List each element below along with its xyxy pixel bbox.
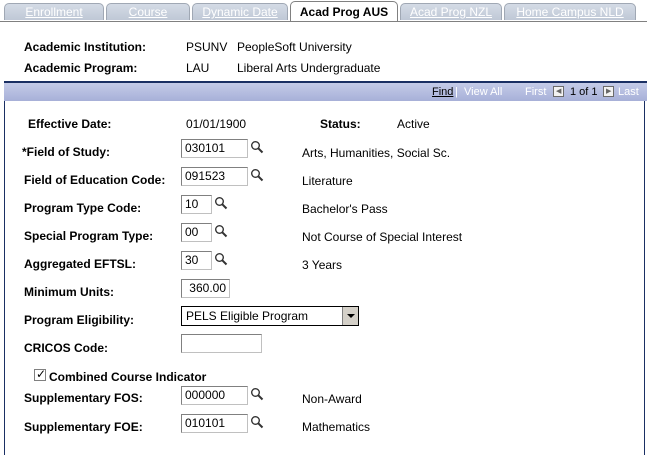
special-program-desc: Not Course of Special Interest	[302, 230, 463, 244]
supp-foe-input[interactable]: 010101	[181, 414, 248, 433]
eligibility-select[interactable]: PELS Eligible Program	[181, 306, 359, 326]
special-program-input[interactable]: 00	[181, 223, 212, 242]
eligibility-label: Program Eligibility:	[24, 313, 135, 327]
view-all-link[interactable]: View All	[464, 86, 502, 98]
supp-foe-desc: Mathematics	[302, 420, 371, 434]
program-code: LAU	[186, 61, 210, 75]
first-label: First	[525, 86, 547, 98]
supp-fos-desc: Non-Award	[302, 392, 362, 406]
magnifier-icon[interactable]	[250, 140, 264, 154]
status-value: Active	[397, 117, 430, 131]
nav-separator: |	[455, 86, 458, 98]
field-of-study-label: *Field of Study:	[22, 145, 110, 159]
cricos-label: CRICOS Code:	[24, 341, 108, 355]
tab-acad-prog-nzl[interactable]: Acad Prog NZL	[400, 3, 502, 20]
tab-bar: Enrollment Course Dynamic Date Acad Prog…	[0, 0, 647, 22]
field-of-education-desc: Literature	[302, 174, 353, 188]
supp-fos-input[interactable]: 000000	[181, 386, 248, 405]
combined-course-checkbox[interactable]: ✓	[34, 367, 47, 381]
chevron-down-icon[interactable]	[342, 307, 358, 325]
institution-code: PSUNV	[186, 40, 228, 54]
checkmark-icon: ✓	[36, 367, 47, 381]
magnifier-icon[interactable]	[250, 415, 264, 429]
tab-enrollment[interactable]: Enrollment	[4, 3, 104, 20]
right-arrow-icon[interactable]: ▶	[603, 86, 614, 97]
program-label: Academic Program:	[24, 61, 138, 75]
magnifier-icon[interactable]	[214, 252, 228, 266]
last-label: Last	[618, 86, 639, 98]
magnifier-icon[interactable]	[214, 196, 228, 210]
tab-course[interactable]: Course	[106, 3, 190, 20]
field-of-study-desc: Arts, Humanities, Social Sc.	[302, 146, 451, 160]
tab-acad-prog-aus[interactable]: Acad Prog AUS	[290, 1, 398, 22]
effective-date-value: 01/01/1900	[186, 117, 247, 131]
left-arrow-icon[interactable]: ◀	[553, 86, 564, 97]
program-name: Liberal Arts Undergraduate	[237, 61, 381, 75]
institution-label: Academic Institution:	[24, 40, 147, 54]
field-of-education-label: Field of Education Code:	[24, 173, 166, 187]
scroll-nav-band: Find | View All First ◀ 1 of 1 ▶ Last	[4, 83, 647, 101]
find-link[interactable]: Find	[432, 86, 453, 98]
supp-foe-label: Supplementary FOE:	[24, 420, 143, 434]
status-label: Status:	[320, 117, 361, 131]
magnifier-icon[interactable]	[250, 387, 264, 401]
program-type-desc: Bachelor's Pass	[302, 202, 388, 216]
tab-home-campus-nld[interactable]: Home Campus NLD	[504, 3, 636, 20]
page-count: 1 of 1	[570, 86, 598, 98]
supp-fos-label: Supplementary FOS:	[24, 391, 143, 405]
special-program-label: Special Program Type:	[24, 229, 154, 243]
effective-date-label: Effective Date:	[28, 117, 112, 131]
program-type-input[interactable]: 10	[181, 195, 212, 214]
program-type-label: Program Type Code:	[24, 201, 142, 215]
cricos-input[interactable]	[181, 334, 262, 353]
eftsl-input[interactable]: 30	[181, 251, 212, 270]
min-units-input[interactable]: 360.00	[181, 279, 230, 298]
tab-divider	[0, 21, 647, 22]
field-of-education-input[interactable]: 091523	[181, 167, 248, 186]
eligibility-value: PELS Eligible Program	[186, 309, 309, 323]
magnifier-icon[interactable]	[214, 224, 228, 238]
eftsl-desc: 3 Years	[302, 258, 343, 272]
field-of-study-input[interactable]: 030101	[181, 139, 248, 158]
min-units-label: Minimum Units:	[24, 285, 114, 299]
tab-dynamic-date[interactable]: Dynamic Date	[192, 3, 288, 20]
institution-name: PeopleSoft University	[237, 40, 352, 54]
combined-course-label: Combined Course Indicator	[49, 370, 207, 384]
magnifier-icon[interactable]	[250, 168, 264, 182]
eftsl-label: Aggregated EFTSL:	[24, 257, 137, 271]
